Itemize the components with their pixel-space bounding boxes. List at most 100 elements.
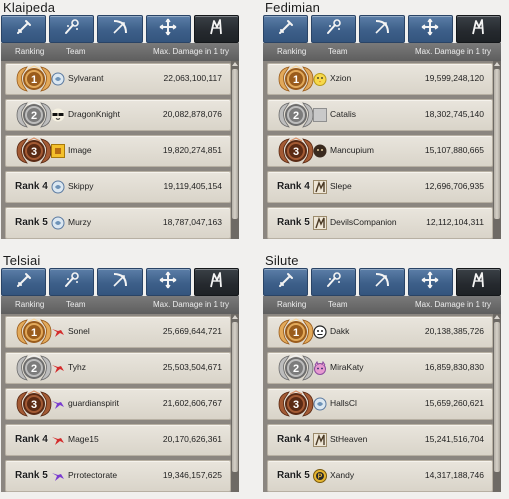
team-name[interactable]: Mage15 bbox=[68, 434, 99, 444]
table-row[interactable]: Rank 5 P Xandy 14,317,188,746 bbox=[267, 460, 493, 492]
rank-number: 1 bbox=[31, 74, 37, 86]
class-tabs bbox=[263, 15, 502, 43]
scrollbar[interactable] bbox=[493, 61, 501, 239]
header-team: Team bbox=[66, 47, 86, 56]
team-name[interactable]: Prrotectorate bbox=[68, 470, 117, 480]
tab-cross[interactable] bbox=[145, 15, 191, 43]
table-row[interactable]: Rank 5 Murzy 18,787,047,163 bbox=[5, 207, 231, 239]
scrollbar-thumb[interactable] bbox=[494, 322, 500, 472]
tab-bow[interactable] bbox=[97, 15, 143, 43]
tab-staff[interactable] bbox=[49, 268, 95, 296]
team-name[interactable]: Murzy bbox=[68, 217, 91, 227]
table-row[interactable]: 2 Catalis 18,302,745,140 bbox=[267, 99, 493, 131]
tab-sword[interactable] bbox=[1, 268, 47, 296]
tab-staff[interactable] bbox=[49, 15, 95, 43]
table-row[interactable]: 1 Dakk 20,138,385,726 bbox=[267, 316, 493, 348]
tab-cross[interactable] bbox=[145, 268, 191, 296]
table-row[interactable]: 1 Sylvarant 22,063,100,117 bbox=[5, 63, 231, 95]
team-name[interactable]: Image bbox=[68, 145, 92, 155]
purple-bird-icon bbox=[51, 468, 65, 482]
header-ranking: Ranking bbox=[15, 47, 45, 56]
scrollbar[interactable] bbox=[231, 61, 239, 239]
table-row[interactable]: 3 HallsCl 15,659,260,621 bbox=[267, 388, 493, 420]
team-name[interactable]: Xandy bbox=[330, 470, 354, 480]
table-header: Ranking Team Max. Damage in 1 try bbox=[263, 43, 501, 61]
scrollbar[interactable] bbox=[493, 314, 501, 492]
table-row[interactable]: 3 Mancupium 15,107,880,665 bbox=[267, 135, 493, 167]
tab-cross[interactable] bbox=[407, 268, 453, 296]
team-name[interactable]: Mancupium bbox=[330, 145, 374, 155]
team-name[interactable]: guardianspirit bbox=[68, 398, 119, 408]
table-row[interactable]: Rank 5 DevilsCompanion 12,112,104,311 bbox=[267, 207, 493, 239]
ranking-panel: Klaipeda Ranking Team Max. Damage in 1 try 1… bbox=[1, 0, 240, 244]
scrollbar-thumb[interactable] bbox=[232, 322, 238, 472]
tab-sword[interactable] bbox=[1, 15, 47, 43]
team-name[interactable]: Catalis bbox=[330, 109, 356, 119]
tab-cross[interactable] bbox=[407, 15, 453, 43]
tab-bow[interactable] bbox=[97, 268, 143, 296]
header-ranking: Ranking bbox=[277, 300, 307, 309]
red-bird-icon bbox=[51, 324, 65, 338]
ranking-panel: Telsiai Ranking Team Max. Damage in 1 try 1 S… bbox=[1, 253, 240, 497]
team-name[interactable]: DevilsCompanion bbox=[330, 217, 397, 227]
team-name[interactable]: HallsCl bbox=[330, 398, 357, 408]
sword-icon bbox=[14, 17, 34, 41]
table-row[interactable]: Rank 4 Slepe 12,696,706,935 bbox=[267, 171, 493, 203]
tab-bow[interactable] bbox=[359, 15, 405, 43]
scroll-up-arrow[interactable] bbox=[232, 315, 238, 319]
scroll-up-arrow[interactable] bbox=[232, 62, 238, 66]
tab-sword[interactable] bbox=[263, 15, 309, 43]
table-row[interactable]: Rank 4 Mage15 20,170,626,361 bbox=[5, 424, 231, 456]
table-row[interactable]: 3 Image 19,820,274,851 bbox=[5, 135, 231, 167]
team-name[interactable]: DragonKnight bbox=[68, 109, 120, 119]
team-name[interactable]: Slepe bbox=[330, 181, 352, 191]
scrollbar[interactable] bbox=[231, 314, 239, 492]
table-row[interactable]: 2 DragonKnight 20,082,878,076 bbox=[5, 99, 231, 131]
max-damage: 21,602,606,767 bbox=[162, 398, 222, 408]
table-row[interactable]: Rank 4 StHeaven 15,241,516,704 bbox=[267, 424, 493, 456]
table-row[interactable]: 2 MiraKaty 16,859,830,830 bbox=[267, 352, 493, 384]
scroll-up-arrow[interactable] bbox=[494, 315, 500, 319]
scout-icon bbox=[468, 270, 488, 294]
red-bird-icon bbox=[51, 360, 65, 374]
team-name[interactable]: Xzion bbox=[330, 73, 351, 83]
table-row[interactable]: 2 Tyhz 25,503,504,671 bbox=[5, 352, 231, 384]
team-name[interactable]: Dakk bbox=[330, 326, 349, 336]
team-name[interactable]: Sylvarant bbox=[68, 73, 103, 83]
table-row[interactable]: 1 Sonel 25,669,644,721 bbox=[5, 316, 231, 348]
tab-scout[interactable] bbox=[193, 268, 240, 296]
max-damage: 15,241,516,704 bbox=[424, 434, 484, 444]
rank-number: 3 bbox=[31, 146, 37, 158]
table-row[interactable]: Rank 4 Skippy 19,119,405,154 bbox=[5, 171, 231, 203]
header-damage: Max. Damage in 1 try bbox=[152, 300, 229, 309]
team-name[interactable]: Skippy bbox=[68, 181, 94, 191]
tab-sword[interactable] bbox=[263, 268, 309, 296]
rank-label: Rank 4 bbox=[277, 181, 310, 192]
team-name[interactable]: StHeaven bbox=[330, 434, 367, 444]
header-damage: Max. Damage in 1 try bbox=[414, 47, 491, 56]
panel-title: Silute bbox=[265, 253, 299, 268]
red-bird-icon bbox=[51, 432, 65, 446]
panel-title: Fedimian bbox=[265, 0, 321, 15]
tab-staff[interactable] bbox=[311, 15, 357, 43]
scroll-up-arrow[interactable] bbox=[494, 62, 500, 66]
team-name[interactable]: Sonel bbox=[68, 326, 90, 336]
scrollbar-thumb[interactable] bbox=[494, 69, 500, 219]
sunglasses-icon bbox=[51, 107, 65, 122]
table-row[interactable]: 3 guardianspirit 21,602,606,767 bbox=[5, 388, 231, 420]
scrollbar-thumb[interactable] bbox=[232, 69, 238, 219]
rank-number: 2 bbox=[293, 363, 299, 375]
tab-scout[interactable] bbox=[193, 15, 240, 43]
table-row[interactable]: Rank 5 Prrotectorate 19,346,157,625 bbox=[5, 460, 231, 492]
tab-staff[interactable] bbox=[311, 268, 357, 296]
header-team: Team bbox=[328, 300, 348, 309]
table-row[interactable]: 1 Xzion 19,599,248,120 bbox=[267, 63, 493, 95]
tab-scout[interactable] bbox=[455, 15, 502, 43]
cross-icon bbox=[420, 17, 440, 41]
team-name[interactable]: Tyhz bbox=[68, 362, 86, 372]
tab-bow[interactable] bbox=[359, 268, 405, 296]
tab-scout[interactable] bbox=[455, 268, 502, 296]
dark-face-icon bbox=[313, 143, 327, 158]
svg-text:P: P bbox=[318, 474, 323, 481]
team-name[interactable]: MiraKaty bbox=[330, 362, 364, 372]
